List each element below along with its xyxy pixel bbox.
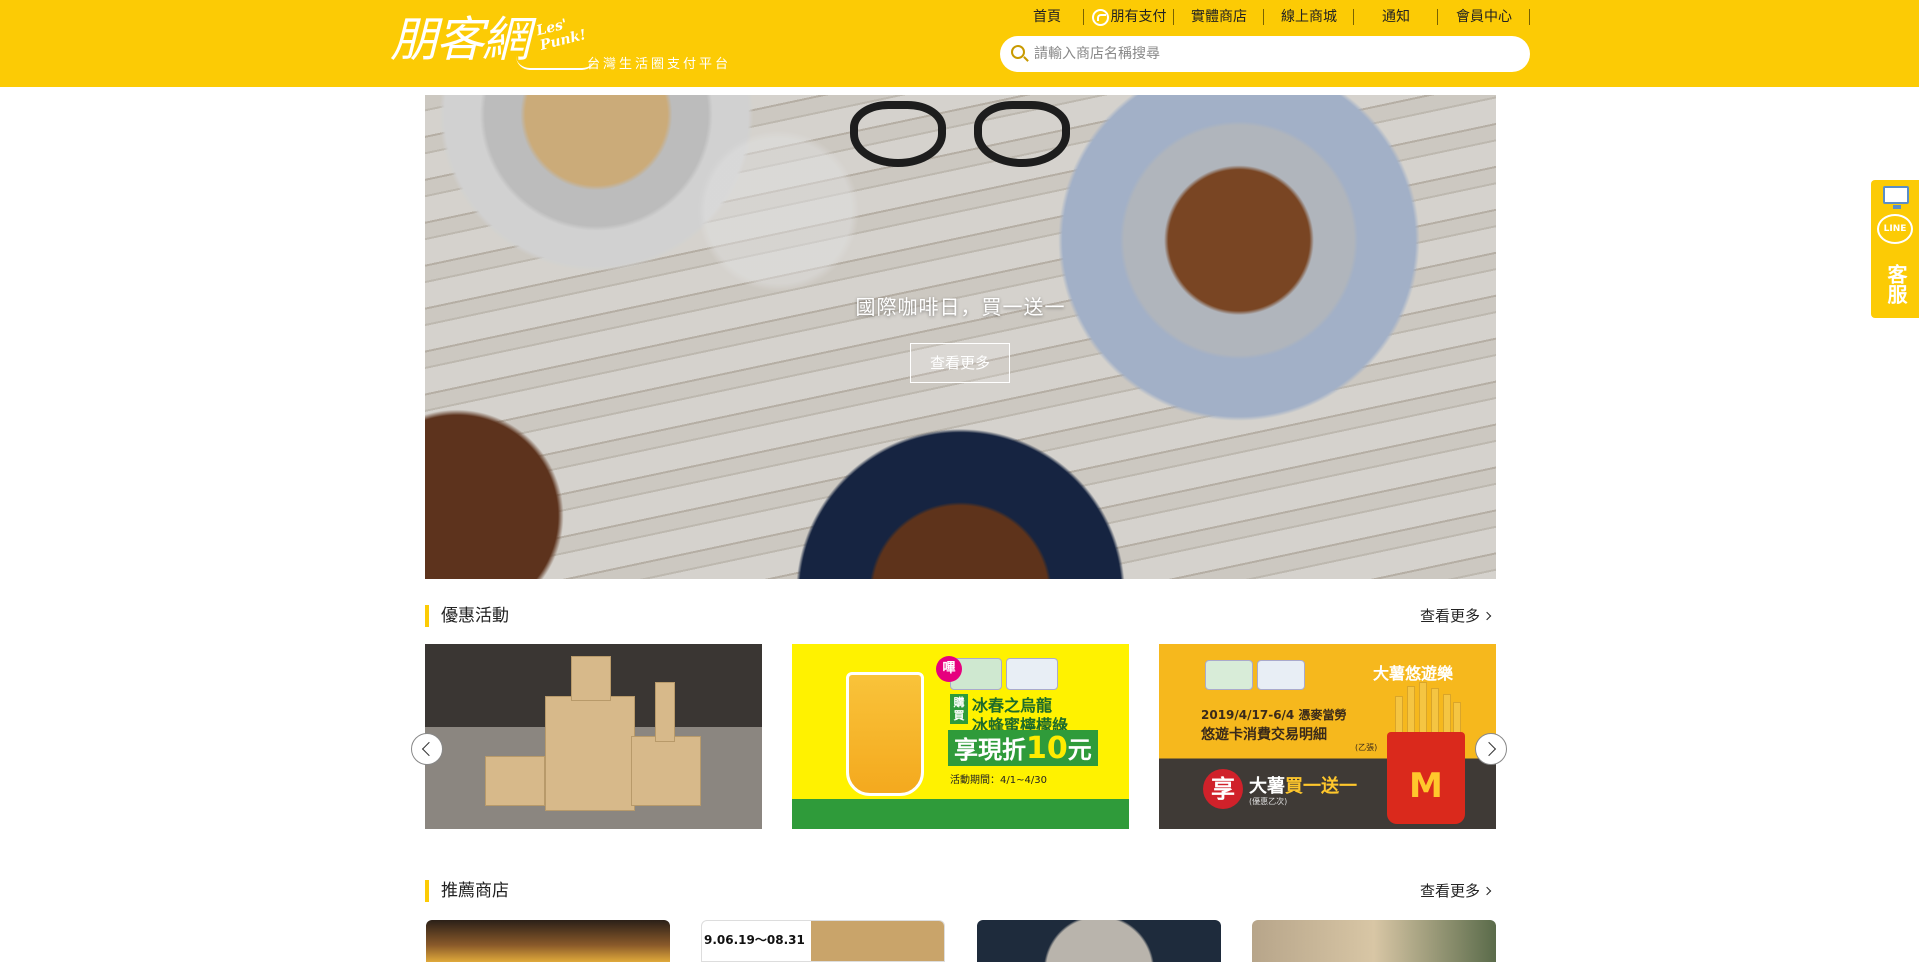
promo-detail-note: (乙張) [1355,743,1378,752]
promo-badge: 享 [1203,769,1243,809]
store-card-1[interactable] [426,920,670,962]
section-accent-bar [425,880,429,902]
stores-title: 推薦商店 [441,881,509,901]
mcdonalds-logo: M [1409,766,1443,806]
store-card-caption: 9.06.19～08.31 [704,933,805,947]
carousel-prev-button[interactable] [411,733,443,765]
card-graphic [1006,658,1058,690]
promotions-more-label: 查看更多 [1419,607,1480,625]
promo-offer-note: (優惠乙次) [1249,797,1288,806]
wood-block-graphic [545,696,635,811]
discount-value: 10 [1026,731,1068,766]
promotions-header: 優惠活動 查看更多 [425,604,1496,628]
offer-text: 買一送一 [1285,776,1357,797]
nav-pay-label: 朋有支付 [1110,9,1167,25]
wood-block-graphic [631,736,701,806]
promotions-more-link[interactable]: 查看更多 [1419,604,1492,628]
line-icon: LINE [1877,214,1913,244]
wood-block-graphic [655,682,675,742]
offer-prefix: 大薯 [1249,776,1285,797]
nav-home-label: 首頁 [1033,9,1061,25]
stores-more-label: 查看更多 [1419,882,1480,900]
discount-prefix: 享現折 [954,736,1026,764]
drink-cup-graphic [846,672,924,796]
customer-service-widget[interactable]: LINE 客服 [1871,180,1919,318]
search-input[interactable] [1034,36,1514,72]
nav-pay[interactable]: 朋有支付 [1084,6,1174,28]
logo-text: 朋客網 [390,12,530,68]
search-icon[interactable] [1011,45,1025,59]
nav-member-center[interactable]: 會員中心 [1438,6,1530,28]
card-graphic [1257,660,1305,690]
store-card-4[interactable] [1252,920,1496,962]
wood-block-graphic [571,656,611,701]
nav-notifications[interactable]: 通知 [1354,6,1438,28]
fries-graphic: M [1387,682,1465,824]
chevron-right-icon [1482,611,1492,621]
carousel-next-button[interactable] [1475,733,1507,765]
monitor-icon [1883,186,1909,209]
promo-banner-1[interactable] [425,644,762,829]
discount-unit: 元 [1067,736,1092,764]
hero-title: 國際咖啡日，買一送一 [855,295,1066,319]
stores-more-link[interactable]: 查看更多 [1419,879,1492,903]
promo-period: 活動期間：4/1~4/30 [950,775,1047,786]
pay-icon [1091,8,1109,26]
chevron-right-icon [1482,886,1492,896]
store-card-3[interactable] [977,920,1221,962]
search-bar [1000,36,1530,72]
promo-banner-2[interactable]: 嗶 購買 冰春之烏龍 冰蜂蜜檸檬綠 享現折10元 活動期間：4/1~4/30 [792,644,1129,829]
logo-swoosh [516,56,596,70]
logo-tagline: 台灣生活圈支付平台 [587,57,732,72]
nav-notifications-label: 通知 [1382,9,1410,25]
section-accent-bar [425,605,429,627]
hero-overlay [425,95,1496,579]
logo-script: Les' Punk! [534,16,588,54]
promo-date-line: 2019/4/17-6/4 憑麥當勞 [1201,708,1347,722]
promo-headline: 大薯悠遊樂 [1373,664,1454,683]
main-nav: 首頁 朋有支付 實體商店 線上商城 通知 會員中心 [1010,6,1530,28]
store-card-2[interactable]: 9.06.19～08.31 [701,920,945,962]
card-graphic [1205,660,1253,690]
promo-banner-3[interactable]: 大薯悠遊樂 2019/4/17-6/4 憑麥當勞 悠遊卡消費交易明細 (乙張) … [1159,644,1496,829]
promo-offer: 大薯買一送一 [1249,772,1357,798]
hero-more-button[interactable]: 查看更多 [910,343,1010,383]
nav-home[interactable]: 首頁 [1010,6,1084,28]
promo-buy-label: 購買 [950,694,968,724]
promo-detail-line: 悠遊卡消費交易明細 [1201,727,1327,743]
nav-member-center-label: 會員中心 [1456,9,1512,25]
nav-online-mall-label: 線上商城 [1281,9,1337,25]
customer-service-label: 客服 [1884,264,1908,304]
wood-block-graphic [485,756,545,806]
site-logo[interactable]: 朋客網 Les' Punk! 台灣生活圈支付平台 [390,12,760,74]
promo-discount: 享現折10元 [948,730,1098,766]
header: 朋客網 Les' Punk! 台灣生活圈支付平台 首頁 朋有支付 實體商店 線上… [0,0,1919,87]
hero-banner[interactable]: 國際咖啡日，買一送一 查看更多 [425,95,1496,579]
promotions-title: 優惠活動 [441,606,509,626]
stores-header: 推薦商店 查看更多 [425,879,1496,903]
nav-online-mall[interactable]: 線上商城 [1264,6,1354,28]
promo-tag: 嗶 [936,656,962,682]
nav-stores-label: 實體商店 [1191,9,1247,25]
brand-bar [792,799,1129,829]
nav-stores[interactable]: 實體商店 [1174,6,1264,28]
